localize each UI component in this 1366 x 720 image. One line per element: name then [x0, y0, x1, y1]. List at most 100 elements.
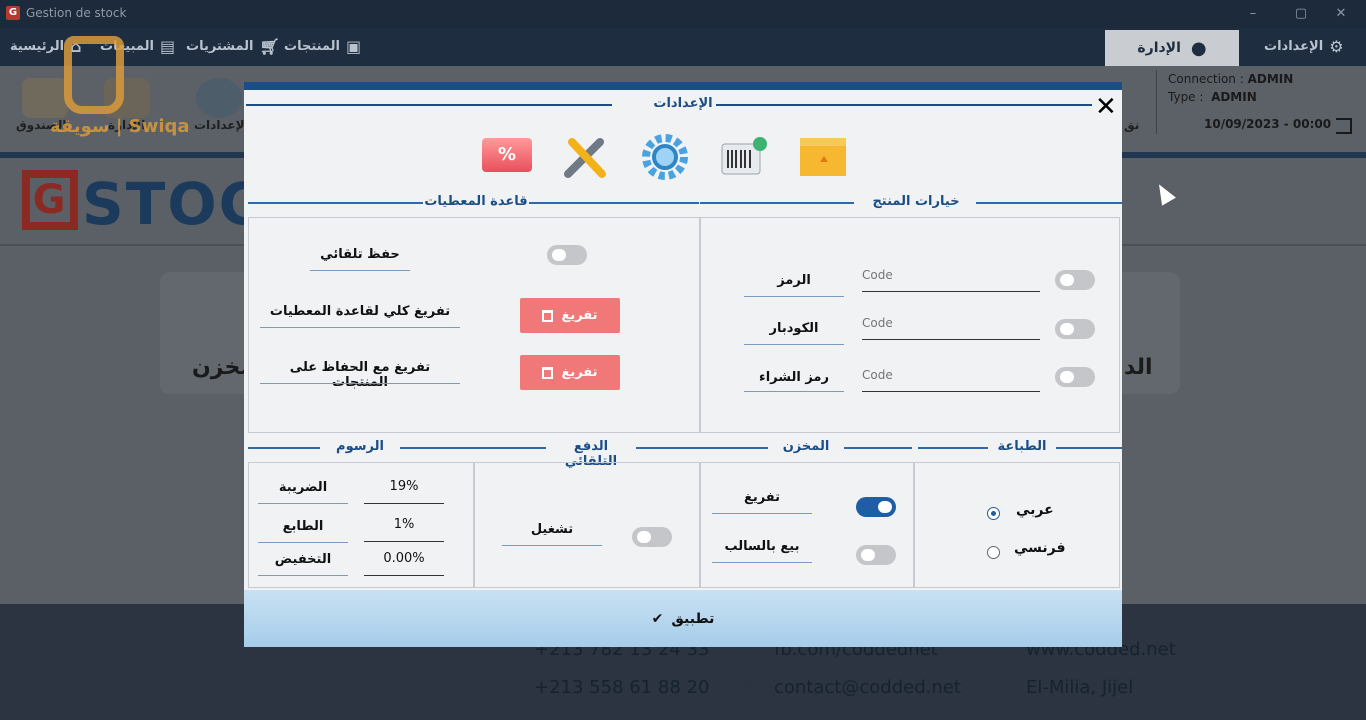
trash-icon — [542, 366, 554, 379]
cart-icon: 🛒︎ — [259, 37, 280, 56]
purchase-code-input[interactable] — [862, 368, 1038, 382]
discount-icon[interactable]: % — [482, 138, 532, 172]
clear-all-button[interactable]: تفريغ — [520, 298, 620, 333]
window-title: Gestion de stock — [26, 6, 127, 20]
section-line — [976, 202, 1122, 204]
underline — [712, 562, 812, 563]
radio-french[interactable] — [987, 546, 1000, 559]
main-menu: ⌂ الرئيسية ▤ المبيعات 🛒︎ المشتريات ▣ المنتجا… — [0, 28, 1366, 66]
button-label: تفريغ — [561, 308, 598, 323]
bag-icon — [64, 36, 124, 114]
minimize-button[interactable]: – — [1238, 4, 1268, 24]
tools-icon[interactable] — [560, 132, 610, 182]
logo-text: STOC — [82, 170, 264, 238]
maximize-button[interactable]: ▢ — [1286, 4, 1316, 24]
auto-save-toggle[interactable] — [547, 245, 587, 265]
settings-dialog: الإعدادات ✕ % قاعدة المعطيات خيارات المن… — [244, 82, 1122, 647]
card-label: الد — [1124, 355, 1153, 380]
section-line — [248, 202, 423, 204]
menu-item-label: الإعدادات — [1264, 39, 1324, 54]
input-line — [862, 291, 1040, 292]
section-line — [918, 447, 988, 449]
stamp-value-field[interactable]: 1% — [364, 517, 444, 532]
input-line — [364, 541, 444, 542]
menu-item-settings[interactable]: ⚙ الإعدادات — [1264, 37, 1344, 56]
section-line — [700, 447, 768, 449]
underline — [260, 383, 460, 384]
gear-icon: ⚙ — [1329, 37, 1344, 56]
auto-pay-label: تشغيل — [530, 522, 574, 537]
section-product-title: خيارات المنتج — [872, 194, 960, 209]
tab-admin[interactable]: الإدارة ● — [1105, 30, 1239, 66]
type-label: Type : — [1168, 90, 1204, 104]
package-icon[interactable] — [798, 132, 848, 182]
check-icon: ✔ — [651, 610, 664, 627]
barcode-toggle[interactable] — [1055, 319, 1095, 339]
ribbon-partial[interactable]: نق — [1124, 118, 1139, 132]
section-store-title: المخزن — [782, 439, 830, 454]
email-icon: @ — [738, 676, 760, 698]
radio-french-label: فرنسي — [1014, 540, 1066, 556]
menu-item-label: المنتجات — [284, 39, 340, 54]
trash-icon — [542, 309, 554, 322]
button-label: تفريغ — [561, 365, 598, 380]
phone-icon: ✆ — [498, 676, 520, 698]
gear-icon[interactable] — [640, 132, 690, 182]
purchase-code-toggle[interactable] — [1055, 367, 1095, 387]
radio-arabic[interactable] — [987, 507, 1000, 520]
code-label: الرمز — [777, 273, 811, 288]
apply-button[interactable]: ✔ تطبيق — [244, 590, 1122, 647]
close-dialog-button[interactable]: ✕ — [1095, 94, 1117, 120]
contact-phone-2: ✆ +213 558 61 88 20 — [498, 676, 709, 698]
negative-sale-toggle[interactable] — [856, 545, 896, 565]
location-icon: ◉ — [990, 676, 1012, 698]
address-text: El-Milia, Jijel — [1026, 676, 1134, 698]
code-toggle[interactable] — [1055, 270, 1095, 290]
gstock-logo: G STOC — [22, 170, 263, 238]
connection-value: ADMIN — [1247, 72, 1294, 86]
underline — [310, 270, 410, 271]
settings-icon — [196, 78, 242, 118]
tab-admin-label: الإدارة — [1137, 40, 1181, 56]
section-line — [529, 202, 699, 204]
barcode-label: الكودبار — [769, 321, 819, 336]
store-clear-label: تفريغ — [743, 490, 781, 505]
input-line — [862, 391, 1040, 392]
store-panel — [700, 462, 914, 588]
underline — [260, 327, 460, 328]
section-line — [1056, 447, 1122, 449]
auto-pay-toggle[interactable] — [632, 527, 672, 547]
date-time: 10/09/2023 - 00:00 — [1204, 117, 1332, 131]
dialog-title: الإعدادات — [653, 96, 713, 111]
barcode-input[interactable] — [862, 316, 1038, 330]
app-icon: G — [6, 6, 20, 20]
section-printing-title: الطباعة — [997, 439, 1047, 454]
section-line — [400, 447, 474, 449]
watermark-text: سويقة | Swiqa — [50, 116, 190, 137]
section-database-title: قاعدة المعطيات — [424, 194, 528, 209]
sales-icon: ▤ — [159, 37, 176, 56]
menu-item-products[interactable]: ▣ المنتجات — [284, 37, 361, 56]
apply-label: تطبيق — [671, 610, 715, 627]
purchase-code-label: رمز الشراء — [759, 370, 829, 385]
section-line — [248, 447, 320, 449]
store-clear-toggle[interactable] — [856, 497, 896, 517]
watermark-logo: سويقة | Swiqa — [50, 28, 190, 138]
input-line — [364, 575, 444, 576]
contact-address: ◉ El-Milia, Jijel — [990, 676, 1133, 698]
underline — [744, 344, 844, 345]
stamp-label: الطابع — [282, 519, 324, 534]
clear-keep-products-button[interactable]: تفريغ — [520, 355, 620, 390]
barcode-icon[interactable] — [718, 132, 768, 182]
input-line — [862, 339, 1040, 340]
type-value: ADMIN — [1211, 90, 1257, 104]
menu-item-purchases[interactable]: 🛒︎ المشتريات — [186, 37, 280, 56]
logout-icon[interactable] — [1336, 118, 1352, 134]
title-bar: G Gestion de stock – ▢ ✕ — [0, 0, 1366, 28]
contact-email[interactable]: @ contact@codded.net — [738, 676, 961, 698]
code-input[interactable] — [862, 268, 1038, 282]
discount-value-field[interactable]: 0.00% — [364, 551, 444, 566]
close-window-button[interactable]: ✕ — [1326, 4, 1356, 24]
ribbon-settings[interactable]: الإعدادات — [194, 118, 249, 132]
tax-value-field[interactable]: 19% — [364, 479, 444, 494]
